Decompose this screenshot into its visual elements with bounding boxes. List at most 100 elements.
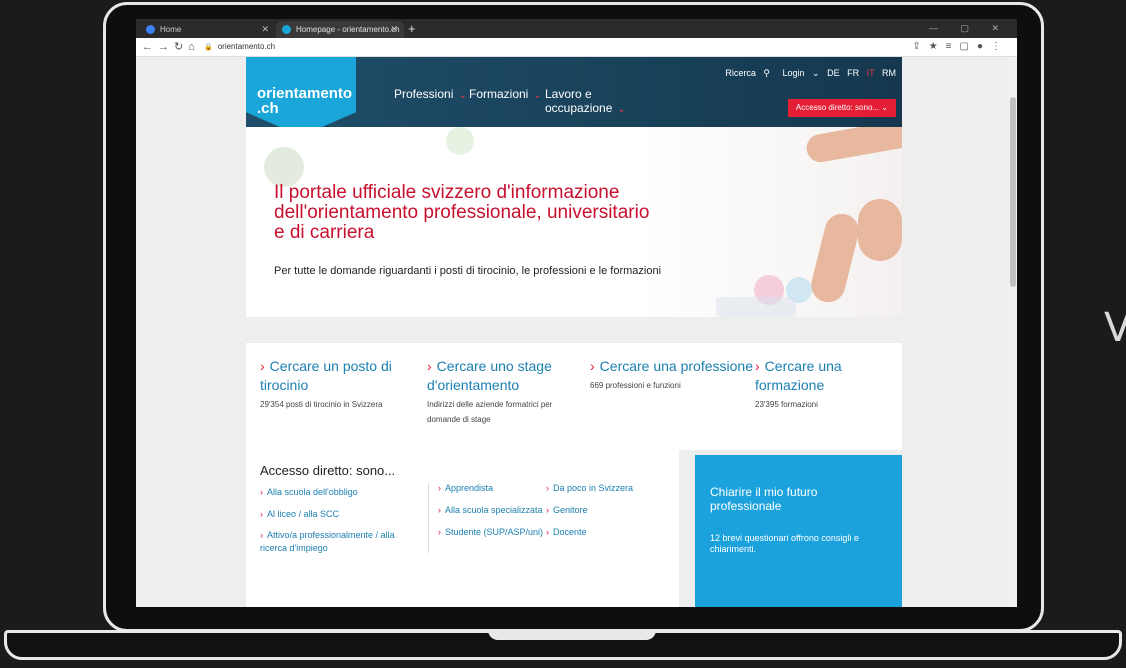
access-link-label: Da poco in Svizzera xyxy=(553,483,634,493)
hand-image xyxy=(807,210,863,306)
quick-link-title: › Cercare uno stage d'orientamento xyxy=(427,357,577,395)
decorative-shape xyxy=(264,147,304,187)
access-link[interactable]: › Alla scuola specializzata xyxy=(438,499,543,521)
quick-link-formazione[interactable]: › Cercare una formazione 23'395 formazion… xyxy=(755,357,900,412)
tab-favicon xyxy=(146,25,155,34)
tab-home[interactable]: Home ✕ xyxy=(140,21,275,38)
scrollbar[interactable] xyxy=(1009,57,1017,607)
close-icon[interactable]: ✕ xyxy=(390,21,398,38)
scene: V Home ✕ Homepage - orientamento.ch ✕ + … xyxy=(0,0,1126,668)
background-letter: V xyxy=(1104,305,1126,351)
search-icon: ⚲ xyxy=(763,68,770,78)
lang-rm[interactable]: RM xyxy=(882,68,896,78)
access-link-label: Alla scuola specializzata xyxy=(445,505,543,515)
menu-formazioni[interactable]: Formazioni ⌄ xyxy=(469,87,542,103)
login-label: Login xyxy=(782,68,805,78)
toolbar-icons[interactable]: ⇪★≡▢●⋮ xyxy=(912,38,1009,56)
promo-title: Chiarire il mio futuro professionale xyxy=(710,485,818,513)
access-link[interactable]: › Alla scuola dell'obbligo xyxy=(260,481,420,503)
chevron-right-icon: › xyxy=(546,505,549,515)
tab-favicon xyxy=(282,25,291,34)
access-column-2: › Apprendista › Alla scuola specializzata … xyxy=(438,477,543,543)
logo-line-1: orientamento xyxy=(257,85,353,102)
lang-fr[interactable]: FR xyxy=(847,68,859,78)
direct-access-button[interactable]: Accesso diretto: sono... ⌄ xyxy=(787,99,896,117)
access-column-1: › Alla scuola dell'obbligo › Al liceo / al… xyxy=(260,481,420,555)
direct-access-panel: Accesso diretto: sono... › Alla scuola de… xyxy=(246,447,679,607)
new-tab-button[interactable]: + xyxy=(408,19,416,38)
access-link-label: Apprendista xyxy=(445,483,494,493)
cta-label: Accesso diretto: sono... xyxy=(795,103,880,112)
chevron-right-icon: › xyxy=(590,358,595,374)
chevron-right-icon: › xyxy=(260,358,265,374)
close-icon[interactable]: ✕ xyxy=(261,21,269,38)
chevron-right-icon: › xyxy=(546,527,549,537)
login-link[interactable]: Login ⌄ xyxy=(777,68,819,78)
menu-label: Formazioni xyxy=(469,87,529,101)
quick-link-desc: 29'354 posti di tirocinio in Svizzera xyxy=(260,400,383,409)
menu-lavoro[interactable]: Lavoro e occupazione ⌄ xyxy=(545,87,626,117)
chevron-right-icon: › xyxy=(427,358,432,374)
access-link[interactable]: › Studente (SUP/ASP/uni) xyxy=(438,521,543,543)
browser-toolbar: ← → ↻ ⌂ 🔒 orientamento.ch ⇪★≡▢●⋮ xyxy=(136,38,1017,57)
menu-professioni[interactable]: Professioni ⌄ xyxy=(394,87,467,103)
chevron-down-icon: ⌄ xyxy=(881,103,888,112)
chevron-right-icon: › xyxy=(260,530,263,540)
chevron-down-icon: ⌄ xyxy=(812,68,820,78)
hand-image xyxy=(804,127,902,165)
back-icon[interactable]: ← xyxy=(142,39,153,55)
chevron-down-icon: ⌄ xyxy=(617,104,626,115)
access-link[interactable]: › Al liceo / alla SCC xyxy=(260,503,420,525)
hero-subtitle: Per tutte le domande riguardanti i posti… xyxy=(274,265,662,277)
lock-icon: 🔒 xyxy=(204,44,213,51)
tab-orientamento[interactable]: Homepage - orientamento.ch ✕ xyxy=(276,21,404,38)
quick-link-tirocinio[interactable]: › Cercare un posto di tirocinio 29'354 po… xyxy=(260,357,420,412)
quick-link-title: › Cercare un posto di tirocinio xyxy=(260,357,420,395)
address-bar[interactable]: 🔒 orientamento.ch xyxy=(204,40,904,54)
quick-link-desc: 23'395 formazioni xyxy=(755,400,818,409)
chevron-right-icon: › xyxy=(438,527,441,537)
quick-link-title-text: Cercare uno stage d'orientamento xyxy=(427,358,552,393)
access-link-label: Attivo/a professionalmente / alla ricerc… xyxy=(260,530,395,553)
access-link[interactable]: › Genitore xyxy=(546,499,633,521)
search-link[interactable]: Ricerca ⚲ xyxy=(720,68,770,78)
access-link[interactable]: › Da poco in Svizzera xyxy=(546,477,633,499)
access-link-label: Genitore xyxy=(553,505,588,515)
column-divider xyxy=(428,483,429,553)
laptop-notch xyxy=(488,630,656,640)
forward-icon[interactable]: → xyxy=(158,39,169,55)
lang-de[interactable]: DE xyxy=(827,68,840,78)
window-controls[interactable]: — ▢ ✕ xyxy=(929,19,1009,38)
access-link-label: Al liceo / alla SCC xyxy=(267,509,340,519)
quick-link-title-text: Cercare un posto di tirocinio xyxy=(260,358,392,393)
menu-label-line2: occupazione xyxy=(545,101,613,115)
access-link[interactable]: › Apprendista xyxy=(438,477,543,499)
access-link[interactable]: › Docente xyxy=(546,521,633,543)
decorative-shape xyxy=(716,297,796,317)
hero-banner: Il portale ufficiale svizzero d'informaz… xyxy=(246,127,902,317)
scrollbar-thumb[interactable] xyxy=(1010,97,1016,287)
quick-link-stage[interactable]: › Cercare uno stage d'orientamento Indiri… xyxy=(427,357,577,427)
promo-text: 12 brevi questionari offrono consigli e … xyxy=(710,533,859,554)
chevron-right-icon: › xyxy=(755,358,760,374)
access-column-3: › Da poco in Svizzera › Genitore › Docente xyxy=(546,477,633,543)
address-text: orientamento.ch xyxy=(217,42,276,51)
search-label: Ricerca xyxy=(725,68,756,78)
lang-it[interactable]: IT xyxy=(867,68,875,78)
chevron-right-icon: › xyxy=(546,483,549,493)
page-viewport: orientamento .ch Professioni ⌄ Formazioni… xyxy=(136,57,1017,607)
site-content: orientamento .ch Professioni ⌄ Formazioni… xyxy=(246,57,902,607)
tab-label: Homepage - orientamento.ch xyxy=(296,25,400,34)
tab-bar: Home ✕ Homepage - orientamento.ch ✕ + — … xyxy=(136,19,1017,38)
promo-card[interactable]: Chiarire il mio futuro professionale 12 … xyxy=(695,455,902,607)
reload-icon[interactable]: ↻ xyxy=(174,39,183,55)
chevron-right-icon: › xyxy=(260,509,263,519)
tab-label: Home xyxy=(160,25,182,34)
chevron-right-icon: › xyxy=(438,505,441,515)
quick-link-professione[interactable]: › Cercare una professione 669 professioni… xyxy=(590,357,760,393)
access-link-label: Docente xyxy=(553,527,587,537)
access-link[interactable]: › Attivo/a professionalmente / alla ricer… xyxy=(260,525,420,555)
logo-text: orientamento .ch xyxy=(257,86,352,116)
home-icon[interactable]: ⌂ xyxy=(188,39,195,55)
hand-image xyxy=(858,199,902,261)
